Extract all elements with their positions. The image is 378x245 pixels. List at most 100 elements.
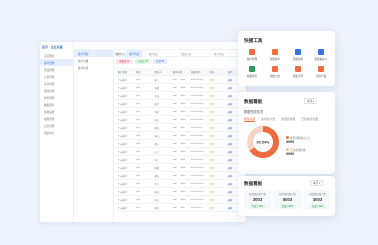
summary-period-select[interactable]: 本月 ▾ (310, 180, 324, 186)
table-cell: 014 (136, 182, 141, 185)
table-cell: 2023-01-13 (191, 174, 203, 177)
sidebar-item[interactable]: 客户管理 (40, 59, 73, 66)
stats-tab[interactable]: 已完成任务数 (301, 117, 318, 122)
filter-field[interactable]: 客户名称 (116, 52, 146, 57)
table-cell: 138****0009 (172, 142, 186, 145)
sidebar: 首页 · 企业设置 首页概览 客户管理 商品管理 订单管理 库存管理 采购管理 财务管理 数据… (40, 42, 74, 222)
table-cell: 138****0013 (172, 174, 186, 177)
table-cell: 006 (136, 118, 141, 121)
sub-nav-item[interactable]: 客户标签 (74, 64, 113, 71)
status-chip[interactable]: 全部 86 (153, 59, 168, 64)
summary-tile[interactable]: 新增商机客户数 3003 完成 +33% (244, 190, 271, 209)
stats-tab[interactable]: 销售总额 (244, 117, 256, 122)
filter-bar: 客户名称 客户编号 联系方式 客户状态 待跟进 12 已成交 28 全部 86 (116, 52, 244, 66)
sub-nav-item[interactable]: 客户列表 (74, 50, 113, 57)
table-cell: 广州客户 (118, 159, 128, 162)
sidebar-item[interactable]: 系统设置 (40, 108, 73, 115)
stats-tab[interactable]: 新增商机数 (281, 117, 295, 122)
quick-tool-1[interactable]: 客户管理 (242, 49, 262, 61)
table-row: 广州客户 003 王五 138****0003 2023-01-03 正常 编辑 (116, 92, 244, 100)
table-cell: 2023-01-16 (191, 198, 203, 201)
sidebar-item[interactable]: 权限管理 (40, 115, 73, 122)
table-cell: 广州客户 (118, 151, 128, 154)
table-cell: 正常 (209, 143, 215, 146)
table-row: 广州客户 013 褚五 138****0013 2023-01-13 正常 编辑 (116, 172, 244, 180)
sidebar-item[interactable]: 财务管理 (40, 94, 73, 101)
sidebar-item[interactable]: 订单管理 (40, 73, 73, 80)
row-action-link[interactable]: 编辑 (226, 86, 244, 90)
table-row: 广州客户 016 沈八 138****0016 2023-01-16 正常 编辑 (116, 196, 244, 204)
sidebar-item[interactable]: 首页概览 (40, 52, 73, 59)
sidebar-item[interactable]: 数据报表 (40, 101, 73, 108)
table-row: 广州客户 002 李四 138****0002 2023-01-02 正常 编辑 (116, 84, 244, 92)
quick-tool-2[interactable]: 新建客户 (265, 49, 285, 61)
stats-tab[interactable]: 新增客户数 (261, 117, 275, 122)
quick-tool-6[interactable]: 新建日志 (265, 66, 285, 78)
column-header: 编号 (136, 71, 141, 74)
table-cell: 012 (136, 166, 141, 169)
table-row: 广州客户 010 王二 138****0010 2023-01-10 正常 编辑 (116, 148, 244, 156)
table-cell: 正常 (209, 159, 215, 162)
table-cell: 2023-01-12 (191, 166, 203, 169)
sub-nav-item[interactable]: 客户分组 (74, 57, 113, 64)
summary-tile-badge: 完成 +33% (249, 204, 266, 208)
table-cell: 138****0011 (172, 158, 186, 161)
tool-icon (318, 49, 324, 55)
quick-tool-5[interactable]: 新建任务 (242, 66, 262, 78)
sidebar-item[interactable]: 采购管理 (40, 87, 73, 94)
summary-tile-title: 新增商机客户数 (309, 193, 326, 196)
filter-field[interactable]: 客户编号 (148, 52, 179, 57)
legend-value: 9999 (286, 152, 294, 156)
app-logo: 首页 · 企业设置 (42, 45, 63, 49)
table-cell: 吴十 (154, 135, 160, 138)
table-cell: 郑一 (154, 143, 160, 146)
status-chip[interactable]: 待跟进 12 (116, 59, 133, 64)
column-header: 状态 (209, 71, 215, 74)
table-cell: 2023-01-08 (191, 134, 203, 137)
summary-tile[interactable]: 新增商机客户数 5003 完成 +33% (274, 190, 301, 209)
quick-tool-label: 兑换产品 (315, 75, 327, 78)
table-row: 广州客户 008 吴十 138****0008 2023-01-08 正常 编辑 (116, 132, 244, 140)
summary-tile-value: 5003 (282, 197, 293, 202)
table-row: 广州客户 014 卫六 138****0014 2023-01-14 正常 编辑 (116, 180, 244, 188)
table-cell: 138****0010 (172, 150, 186, 153)
table-cell: 003 (136, 94, 141, 97)
table-cell: 138****0017 (172, 206, 186, 209)
table-cell: 正常 (209, 175, 215, 178)
table-cell: 冯三 (154, 159, 160, 162)
quick-tool-7[interactable]: 新建合同 (288, 66, 308, 78)
period-select[interactable]: 本月 ▾ (304, 98, 318, 104)
table-cell: 沈八 (154, 199, 160, 202)
table-cell: 李四 (154, 87, 160, 90)
table-cell: 广州客户 (118, 167, 128, 170)
table-cell: 004 (136, 102, 141, 105)
quick-tool-8[interactable]: 兑换产品 (311, 66, 331, 78)
sidebar-item[interactable]: 商品管理 (40, 66, 73, 73)
table-cell: 138****0007 (172, 126, 186, 129)
table-cell: 正常 (209, 87, 215, 90)
table-cell: 2023-01-06 (191, 118, 203, 121)
quick-tool-label: 新建日志 (269, 75, 281, 78)
quick-tool-4[interactable]: 新建联系人 (311, 49, 331, 61)
admin-window: 首页 · 企业设置 首页概览 客户管理 商品管理 订单管理 库存管理 采购管理 财务管理 数据… (40, 42, 246, 222)
column-header: 联系电话 (172, 71, 183, 74)
sidebar-item[interactable]: 库存管理 (40, 80, 73, 87)
summary-period-value: 本月 (313, 182, 319, 185)
filter-field[interactable]: 联系方式 (181, 52, 212, 57)
table-cell: 广州客户 (118, 95, 128, 98)
table-cell: 2023-01-15 (191, 190, 203, 193)
sidebar-item[interactable]: 日志管理 (40, 122, 73, 129)
stats-title: 数据看板 (244, 99, 263, 104)
table-cell: 正常 (209, 127, 215, 130)
status-chip[interactable]: 已成交 28 (134, 59, 151, 64)
tool-icon (249, 66, 255, 72)
summary-tile-badge: 完成 +33% (279, 204, 296, 208)
table-cell: 2023-01-09 (191, 142, 203, 145)
legend-swatch (286, 148, 289, 151)
table-cell: 138****0004 (172, 102, 186, 105)
summary-tile[interactable]: 新增商机客户数 3003 完成 +33% (304, 190, 331, 209)
quick-tool-3[interactable]: 新建商机 (288, 49, 308, 61)
table-cell: 138****0015 (172, 190, 186, 193)
summary-tile-badge: 完成 +33% (309, 204, 326, 208)
sidebar-item[interactable]: 帮助中心 (40, 129, 73, 136)
